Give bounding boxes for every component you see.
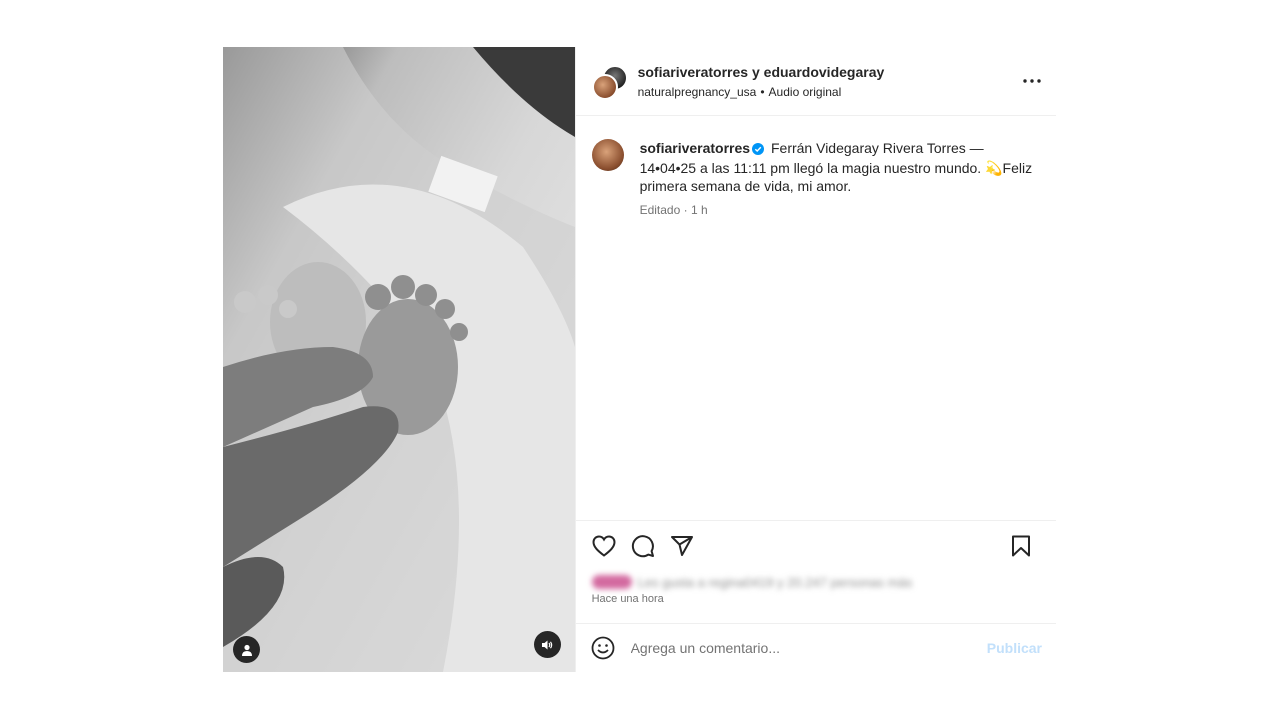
likes-count-text: Les gusta a regina0419 y 20.247 personas… [637, 574, 913, 590]
post-header: sofiariveratorres y eduardovidegaray nat… [575, 47, 1056, 116]
user-icon [241, 644, 252, 656]
header-text: sofiariveratorres y eduardovidegaray nat… [638, 64, 885, 99]
comment-bar: Publicar [575, 623, 1056, 672]
more-horizontal-icon [1023, 79, 1041, 83]
instagram-post: sofiariveratorres y eduardovidegaray nat… [223, 47, 1056, 672]
audio-info: naturalpregnancy_usa • Audio original [638, 85, 885, 99]
share-button[interactable] [668, 532, 696, 560]
caption-body: sofiariveratorres Ferrán Videgaray River… [640, 139, 1040, 520]
separator: • [760, 84, 765, 99]
caption-text: sofiariveratorres Ferrán Videgaray River… [640, 139, 1040, 195]
speaker-icon [542, 640, 553, 649]
likes-text: Les gusta a regina0419 y 20.247 personas… [591, 574, 913, 590]
collab-usernames: sofiariveratorres y eduardovidegaray [638, 64, 885, 80]
tagged-users-button[interactable] [233, 636, 260, 663]
publish-button[interactable]: Publicar [979, 640, 1042, 656]
caption-meta: Editado · 1 h [639, 203, 708, 217]
collab-avatars[interactable] [591, 65, 628, 100]
verified-badge-icon [752, 141, 765, 159]
caption-username[interactable]: sofiariveratorres [640, 140, 751, 156]
avatar [591, 575, 632, 589]
post-media[interactable] [223, 47, 575, 672]
audio-account-link[interactable]: naturalpregnancy_usa [638, 85, 757, 99]
heart-icon [592, 535, 616, 557]
audio-link[interactable]: Audio original [769, 85, 842, 99]
action-bar [575, 520, 1056, 571]
post-side-panel: sofiariveratorres y eduardovidegaray nat… [574, 47, 1056, 672]
comment-button[interactable] [629, 532, 657, 560]
avatar[interactable] [591, 74, 618, 100]
comment-bubble-icon [631, 535, 654, 558]
emoji-button[interactable] [590, 635, 616, 661]
bookmark-icon [1012, 535, 1030, 557]
paper-plane-icon [670, 536, 693, 556]
more-options-button[interactable] [1022, 71, 1042, 91]
save-button[interactable] [1007, 532, 1035, 560]
username-link[interactable]: eduardovidegaray [764, 64, 885, 80]
like-button[interactable] [590, 532, 618, 560]
emoji-smile-icon [591, 636, 614, 660]
audio-toggle-button[interactable] [533, 631, 561, 658]
comment-input[interactable] [628, 639, 979, 657]
likes-summary[interactable]: Les gusta a regina0419 y 20.247 personas… [576, 571, 1056, 593]
baby-feet-photo [223, 47, 575, 672]
post-timestamp[interactable]: Hace una hora [576, 593, 1056, 611]
username-link[interactable]: sofiariveratorres [638, 64, 749, 80]
caption-section: sofiariveratorres Ferrán Videgaray River… [576, 116, 1056, 520]
avatar[interactable] [591, 139, 624, 171]
conjunction: y [748, 63, 764, 80]
